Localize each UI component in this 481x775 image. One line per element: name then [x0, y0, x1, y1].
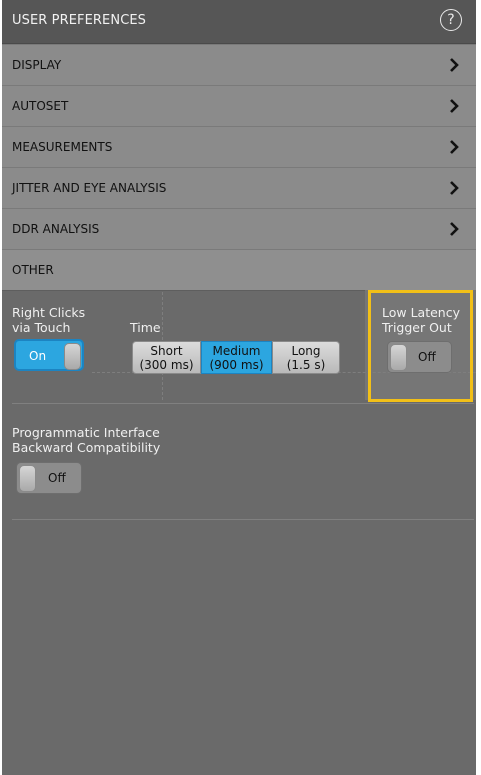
section-autoset[interactable]: AUTOSET	[2, 85, 476, 127]
section-label: MEASUREMENTS	[12, 140, 113, 154]
title-bar: USER PREFERENCES ?	[2, 0, 476, 44]
right-clicks-label-1: Right Clicks	[12, 305, 86, 320]
section-divider	[12, 519, 474, 520]
chevron-right-icon	[450, 181, 459, 195]
time-option-short[interactable]: Short (300 ms)	[132, 341, 201, 374]
programmatic-label-1: Programmatic Interface	[12, 425, 160, 440]
help-circle-icon[interactable]: ?	[440, 9, 462, 31]
option-line1: Medium	[212, 344, 261, 358]
programmatic-toggle[interactable]: Off	[16, 462, 82, 494]
section-label: OTHER	[12, 263, 54, 277]
section-measurements[interactable]: MEASUREMENTS	[2, 126, 476, 168]
option-line2: (900 ms)	[209, 358, 264, 372]
time-option-medium[interactable]: Medium (900 ms)	[201, 341, 272, 374]
option-line1: Long	[291, 344, 321, 358]
panel-title: USER PREFERENCES	[12, 13, 147, 28]
time-label: Time	[130, 320, 161, 335]
right-clicks-toggle[interactable]: On	[14, 339, 84, 371]
toggle-knob	[19, 465, 36, 492]
section-label: DISPLAY	[12, 58, 62, 72]
section-ddr-analysis[interactable]: DDR ANALYSIS	[2, 208, 476, 250]
chevron-right-icon	[450, 140, 459, 154]
toggle-knob	[64, 343, 81, 370]
highlight-frame	[368, 290, 473, 402]
right-clicks-label-2: via Touch	[12, 320, 71, 335]
section-label: DDR ANALYSIS	[12, 222, 100, 236]
user-preferences-panel: USER PREFERENCES ? DISPLAY AUTOSET MEASU…	[2, 0, 476, 775]
toggle-state: On	[29, 349, 47, 363]
option-line2: (300 ms)	[139, 358, 194, 372]
section-jitter-eye-analysis[interactable]: JITTER AND EYE ANALYSIS	[2, 167, 476, 209]
programmatic-label-2: Backward Compatibility	[12, 440, 161, 455]
section-label: JITTER AND EYE ANALYSIS	[12, 181, 167, 195]
chevron-right-icon	[450, 99, 459, 113]
chevron-right-icon	[450, 58, 459, 72]
toggle-state: Off	[48, 471, 66, 485]
chevron-right-icon	[450, 222, 459, 236]
section-other[interactable]: OTHER	[2, 249, 476, 291]
time-option-long[interactable]: Long (1.5 s)	[272, 341, 340, 374]
option-line1: Short	[150, 344, 183, 358]
section-divider	[12, 403, 474, 404]
section-label: AUTOSET	[12, 99, 69, 113]
option-line2: (1.5 s)	[286, 358, 326, 372]
section-display[interactable]: DISPLAY	[2, 44, 476, 86]
